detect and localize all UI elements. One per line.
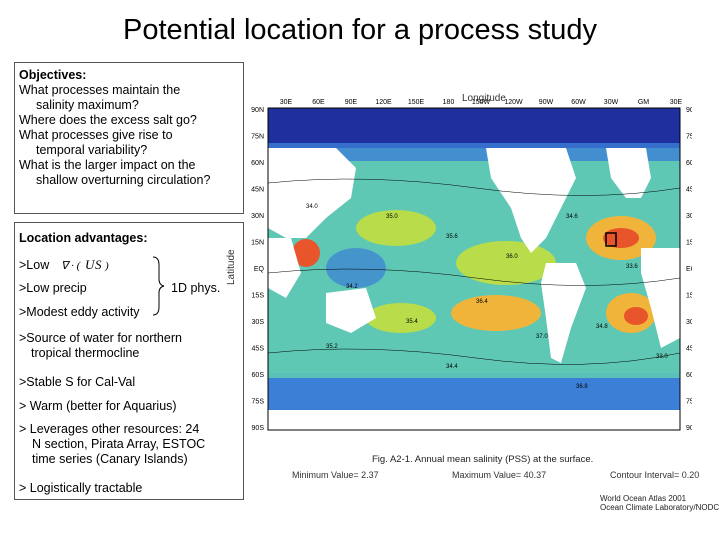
objectives-line: What processes give rise to: [19, 128, 173, 142]
warm-item: > Warm (better for Aquarius): [19, 399, 177, 413]
contour-label: 33.6: [626, 264, 638, 270]
contour-label: 35.0: [386, 214, 398, 220]
lon-tick-label: 150W: [472, 99, 491, 106]
objectives-line: shallow overturning circulation?: [36, 173, 211, 187]
lat-tick-label: 75S: [252, 399, 265, 406]
leverages-item-cont: time series (Canary Islands): [32, 452, 188, 466]
lat-tick-label: 90S: [686, 425, 692, 432]
objectives-line: What is the larger impact on the: [19, 158, 196, 172]
lon-tick-label: 120E: [375, 99, 392, 106]
leverages-item: > Leverages other resources: 24: [19, 422, 200, 436]
lat-tick-label: 90N: [251, 107, 264, 114]
max-value: Maximum Value= 40.37: [452, 470, 547, 480]
lon-tick-label: GM: [638, 99, 649, 106]
source-item: >Source of water for northern: [19, 331, 182, 345]
contour-interval: Contour Interval= 0.20: [610, 470, 700, 480]
lat-tick-label: 60S: [686, 372, 692, 379]
lat-tick-label: 60N: [251, 160, 264, 167]
lat-tick-label: EQ: [254, 266, 265, 273]
lat-tick-label: 30S: [252, 319, 265, 326]
contour-label: 34.6: [566, 214, 578, 220]
divergence-formula: ∇ · ( U ‾ S ‾ ): [61, 255, 109, 272]
antarctica-landmass: [268, 410, 680, 430]
lon-tick-label: 30E: [670, 99, 683, 106]
lon-tick-label: 30W: [604, 99, 619, 106]
contour-label: 36.4: [476, 299, 488, 305]
lat-tick-label: 30N: [251, 213, 264, 220]
lat-tick-label: 45N: [251, 187, 264, 194]
objectives-line: What processes maintain the: [19, 83, 181, 97]
lat-tick-label: 60S: [252, 372, 265, 379]
objectives-heading: Objectives:: [19, 68, 87, 82]
logistics-item: > Logistically tractable: [19, 481, 143, 495]
lon-tick-label: 180: [443, 99, 455, 106]
eddy-item: >Modest eddy activity: [19, 305, 140, 319]
leverages-item-cont: N section, Pirata Array, ESTOC: [32, 437, 206, 451]
lat-tick-label: 90S: [252, 425, 265, 432]
objectives-box: Objectives: What processes maintain the …: [14, 62, 244, 214]
phys-label: 1D phys.: [171, 281, 221, 295]
svg-text:∇ · (: ∇ · (: [61, 260, 82, 272]
lat-tick-label: 75N: [251, 134, 264, 141]
contour-label: 34.8: [596, 324, 608, 330]
contour-label: 34.0: [306, 204, 318, 210]
contour-label: 34.2: [346, 284, 358, 290]
arctic-region: [268, 108, 680, 148]
lat-tick-label: 45S: [686, 346, 692, 353]
lat-tick-label: 15S: [686, 293, 692, 300]
contour-label: 33.0: [656, 354, 668, 360]
lat-tick-label: 15N: [251, 240, 264, 247]
lat-tick-label: 15S: [252, 293, 265, 300]
contour-label: 34.4: [446, 364, 458, 370]
figure-caption: Fig. A2-1. Annual mean salinity (PSS) at…: [372, 454, 594, 465]
lon-tick-label: 120W: [504, 99, 523, 106]
lat-tick-label: 45S: [252, 346, 265, 353]
lon-tick-label: 30E: [280, 99, 293, 106]
latitude-label: Latitude: [226, 249, 237, 285]
advantages-box: Location advantages: >Low ∇ · ( U ‾ S ‾ …: [14, 222, 244, 500]
lat-tick-label: 75S: [686, 399, 692, 406]
objectives-line: salinity maximum?: [36, 98, 139, 112]
salinity-map: 30E 60E 90E 120E 150E 180 150W 120W 90W 60W 30W GM 3…: [251, 99, 692, 432]
contour-label: 37.0: [536, 334, 548, 340]
lat-tick-label: 15N: [686, 240, 692, 247]
lat-tick-label: EQ: [686, 266, 692, 273]
lat-tick-label: 30S: [686, 319, 692, 326]
low-precip-item: >Low precip: [19, 281, 87, 295]
bracket-icon: [152, 256, 165, 316]
contour-label: 35.2: [326, 344, 338, 350]
longitude-ticks: 30E 60E 90E 120E 150E 180 150W 120W 90W 60W 30W GM 3…: [280, 99, 683, 106]
contour-label: 35.6: [446, 234, 458, 240]
min-value: Minimum Value= 2.37: [292, 470, 379, 480]
objectives-line: temporal variability?: [36, 143, 148, 157]
lon-tick-label: 60W: [571, 99, 586, 106]
lon-tick-label: 90W: [539, 99, 554, 106]
lat-tick-label: 60N: [686, 160, 692, 167]
credit: World Ocean Atlas 2001 Ocean Climate Lab…: [600, 494, 719, 512]
contour-label: 35.4: [406, 319, 418, 325]
lon-tick-label: 60E: [312, 99, 325, 106]
stable-item: >Stable S for Cal-Val: [19, 375, 136, 389]
lon-tick-label: 150E: [408, 99, 425, 106]
lat-tick-label: 45N: [686, 187, 692, 194]
advantages-heading: Location advantages:: [19, 231, 148, 245]
credit-line: Ocean Climate Laboratory/NODC: [600, 503, 720, 512]
contour-label: 36.8: [576, 384, 588, 390]
svg-text:): ): [104, 260, 109, 272]
contour-label: 36.0: [506, 254, 518, 260]
objectives-line: Where does the excess salt go?: [19, 113, 197, 127]
lon-tick-label: 90E: [345, 99, 358, 106]
lat-tick-label: 30N: [686, 213, 692, 220]
lat-tick-label: 75N: [686, 134, 692, 141]
source-item-cont: tropical thermocline: [31, 346, 140, 360]
lat-tick-label: 90N: [686, 107, 692, 114]
credit-line: World Ocean Atlas 2001: [600, 494, 687, 503]
low-divergence-item: >Low: [19, 258, 50, 272]
page-title: Potential location for a process study: [123, 14, 597, 46]
